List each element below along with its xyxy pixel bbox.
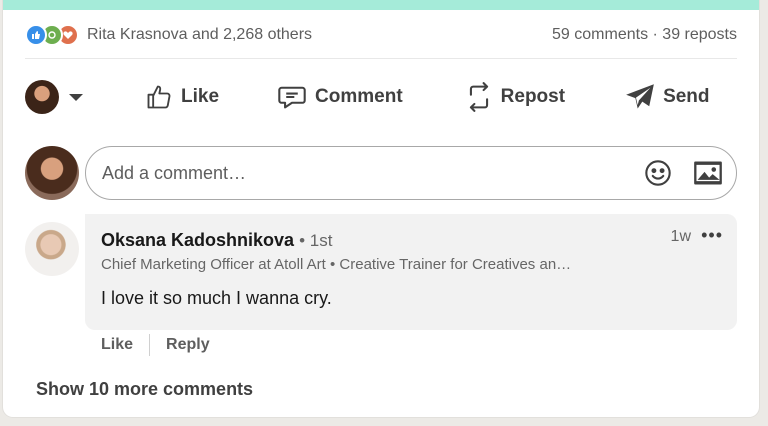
comments-reposts-count[interactable]: 59 comments · 39 reposts: [552, 26, 737, 44]
social-counts-row: Rita Krasnova and 2,268 others 59 commen…: [25, 22, 737, 48]
media-bottom-strip: [3, 0, 759, 10]
comment-icon: [278, 86, 306, 109]
like-label: Like: [181, 86, 220, 107]
connection-degree: • 1st: [299, 231, 333, 250]
post-card: Rita Krasnova and 2,268 others 59 commen…: [3, 0, 759, 417]
reaction-icons[interactable]: [25, 24, 79, 46]
comment-composer: [25, 144, 737, 202]
comment-timestamp: 1w: [670, 228, 691, 245]
thumbs-up-icon: [147, 85, 171, 109]
like-button[interactable]: Like: [145, 83, 219, 111]
repost-label: Repost: [500, 86, 566, 107]
send-label: Send: [663, 86, 710, 107]
avatar[interactable]: [25, 222, 79, 276]
comment-button[interactable]: Comment: [277, 83, 403, 111]
send-button[interactable]: Send: [625, 83, 710, 111]
repost-icon: [469, 82, 488, 112]
emoji-icon: [645, 160, 671, 186]
more-options-icon[interactable]: •••: [701, 225, 723, 246]
divider: [25, 58, 737, 59]
chevron-down-icon: [69, 93, 83, 101]
comment-actions: Like Reply: [101, 334, 210, 356]
send-icon: [626, 84, 654, 109]
photo-button[interactable]: [690, 155, 726, 191]
comment-text: I love it so much I wanna cry.: [101, 288, 332, 308]
comment-bubble: Oksana Kadoshnikova • 1st Chief Marketin…: [85, 214, 737, 330]
avatar: [25, 80, 59, 114]
comment-label: Comment: [315, 86, 403, 107]
actor-switcher[interactable]: [25, 80, 115, 114]
author-name[interactable]: Oksana Kadoshnikova: [101, 230, 294, 250]
like-icon: [25, 24, 47, 46]
comment-box[interactable]: [85, 146, 737, 200]
comment-like-button[interactable]: Like: [101, 336, 133, 354]
comment-author[interactable]: Oksana Kadoshnikova • 1st: [101, 230, 332, 251]
post-actions-bar: Like Comment Repost Send: [25, 72, 737, 122]
show-more-comments-button[interactable]: Show 10 more comments: [36, 379, 253, 400]
comment-reply-button[interactable]: Reply: [166, 336, 210, 354]
reactors-text[interactable]: Rita Krasnova and 2,268 others: [87, 26, 312, 44]
comment-input[interactable]: [100, 161, 626, 185]
avatar[interactable]: [25, 146, 79, 200]
author-headline: Chief Marketing Officer at Atoll Art • C…: [101, 256, 572, 273]
divider: [149, 334, 151, 356]
repost-button[interactable]: Repost: [465, 82, 565, 112]
emoji-button[interactable]: [640, 155, 676, 191]
image-icon: [694, 161, 722, 185]
